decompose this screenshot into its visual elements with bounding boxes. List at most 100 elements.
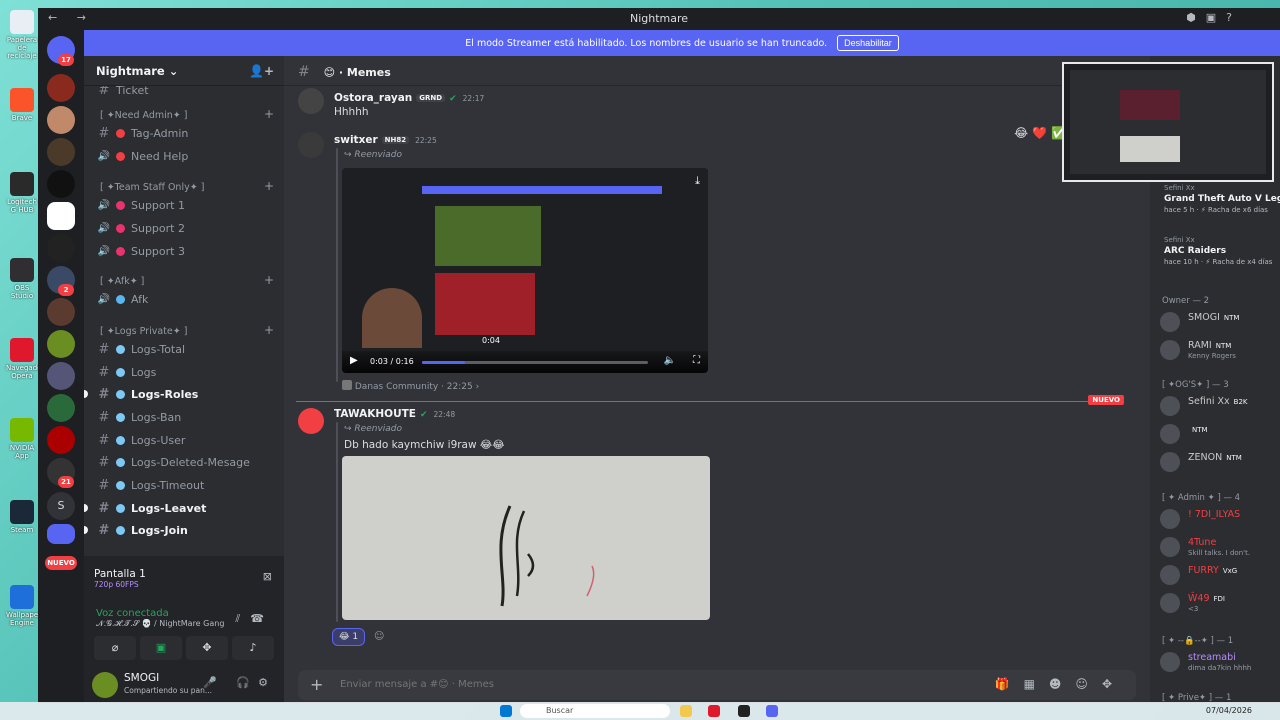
server-icon[interactable]: [47, 394, 75, 422]
server-icon[interactable]: [47, 330, 75, 358]
member-row[interactable]: ZENON NTM: [1158, 450, 1280, 476]
member-row[interactable]: streamabi dima da7kin hhhh: [1158, 650, 1280, 676]
invite-icon[interactable]: 👤+: [249, 64, 274, 78]
disable-streamer-button[interactable]: Deshabilitar: [837, 35, 899, 51]
desktop-icon[interactable]: Logitech G HUB: [6, 172, 38, 214]
channel-category[interactable]: [ ✦Need Admin✦ ]: [100, 110, 188, 121]
server-header[interactable]: Nightmare ⌄ 👤+: [84, 56, 284, 86]
activities-icon[interactable]: ✥: [186, 636, 228, 660]
add-channel-icon[interactable]: +: [264, 107, 274, 121]
opera-icon[interactable]: [708, 705, 720, 717]
member-row[interactable]: 4Tune Skill talks. I don't.: [1158, 535, 1280, 561]
member-row[interactable]: ! 7DI_ILYAS: [1158, 507, 1280, 533]
server-letter-icon[interactable]: S: [47, 492, 75, 520]
member-row[interactable]: Ŵ49 FDI <3: [1158, 591, 1280, 617]
desktop-icon[interactable]: OBS Studio: [6, 258, 38, 300]
message-author[interactable]: switxer NH82 22:25: [334, 134, 437, 146]
channel-item[interactable]: # Logs-Total: [92, 339, 276, 359]
activity-user[interactable]: Sefini Xx: [1164, 184, 1195, 192]
server-icon[interactable]: [47, 234, 75, 262]
message-author[interactable]: Ostora_rayan GRND ✔ 22:17: [334, 92, 484, 104]
channel-category[interactable]: [ ✦Logs Private✦ ]: [100, 326, 187, 337]
speaker-icon: 🔊: [97, 222, 111, 234]
screen-share-icon[interactable]: ▣: [140, 636, 182, 660]
server-icon[interactable]: [47, 298, 75, 326]
avatar[interactable]: [298, 88, 324, 114]
user-controls[interactable]: 🎤 🎧⚙: [203, 676, 276, 689]
desktop-icon[interactable]: Brave: [6, 88, 38, 122]
server-icon[interactable]: [47, 426, 75, 454]
camera-off-icon[interactable]: ⌀: [94, 636, 136, 660]
server-icon[interactable]: [47, 202, 75, 230]
new-pill[interactable]: NUEVO: [45, 556, 77, 570]
message-input[interactable]: [340, 679, 640, 690]
volume-icon[interactable]: 🔈: [664, 355, 676, 366]
channel-item[interactable]: 🔊 Support 2: [92, 218, 276, 238]
member-row[interactable]: Sefini Xx B2K: [1158, 394, 1280, 420]
server-icon[interactable]: [47, 524, 75, 544]
member-row[interactable]: SMOGI NTM: [1158, 310, 1280, 336]
member-row[interactable]: NTM: [1158, 422, 1280, 448]
titlebar-actions[interactable]: ⬢▣?: [1186, 11, 1242, 24]
add-reaction-icon[interactable]: ☺: [374, 631, 384, 642]
folder-icon[interactable]: [680, 705, 692, 717]
desktop-icon[interactable]: Steam: [6, 500, 38, 534]
voice-actions[interactable]: ⫽☎: [235, 612, 274, 626]
desktop-icon[interactable]: Wallpaper Engine: [6, 585, 41, 627]
channel-item[interactable]: # Logs-Join: [84, 520, 276, 540]
channel-item[interactable]: # Logs-Timeout: [92, 475, 276, 495]
composer-icons[interactable]: 🎁▦☻☺✥: [995, 677, 1126, 691]
member-row[interactable]: FURRY VxG: [1158, 563, 1280, 589]
message-author[interactable]: TAWAKHOUTE ✔ 22:48: [334, 408, 455, 420]
channel-item[interactable]: 🔊 Support 3: [92, 241, 276, 261]
channel-item[interactable]: # Logs-Leavet: [84, 498, 276, 518]
channel-ticket-partial[interactable]: # Ticket: [92, 86, 276, 100]
soundboard-icon[interactable]: ♪: [232, 636, 274, 660]
add-channel-icon[interactable]: +: [264, 323, 274, 337]
stop-stream-icon[interactable]: ⊠: [263, 570, 272, 583]
channel-item[interactable]: # Logs-User: [92, 430, 276, 450]
server-icon[interactable]: [47, 74, 75, 102]
chevron-down-icon: ⌄: [168, 64, 179, 78]
member-row[interactable]: RAMI NTM Kenny Rogers: [1158, 338, 1280, 364]
server-icon[interactable]: [47, 170, 75, 198]
server-icon[interactable]: [47, 362, 75, 390]
video-progress[interactable]: [422, 361, 648, 364]
taskbar-search[interactable]: Buscar: [520, 704, 670, 718]
channel-item[interactable]: # Tag-Admin: [92, 123, 276, 143]
channel-item[interactable]: 🔊 Need Help: [92, 146, 276, 166]
screen-share-preview[interactable]: [1062, 62, 1274, 182]
reaction-pill[interactable]: 😂 1: [332, 628, 366, 646]
discord-icon[interactable]: [766, 705, 778, 717]
server-icon[interactable]: [47, 138, 75, 166]
avatar[interactable]: [298, 132, 324, 158]
channel-item[interactable]: # Logs-Deleted-Mesage: [92, 452, 276, 472]
channel-category[interactable]: [ ✦Team Staff Only✦ ]: [100, 182, 204, 193]
channel-item[interactable]: # Logs-Ban: [92, 407, 276, 427]
stream-card[interactable]: Pantalla 1 720p 60FPS: [94, 568, 146, 589]
channel-item[interactable]: 🔊 Afk: [92, 289, 276, 309]
channel-category[interactable]: [ ✦Afk✦ ]: [100, 276, 144, 287]
avatar[interactable]: [298, 408, 324, 434]
video-player[interactable]: ⤓ 0:04 ▶ 0:03 / 0:16 🔈 ⛶: [342, 168, 708, 373]
channel-item[interactable]: # Logs-Roles: [84, 384, 276, 404]
desktop-icon[interactable]: NVIDIA App: [6, 418, 38, 460]
member-name: ZENON NTM: [1188, 452, 1242, 463]
desktop-icon[interactable]: Papelera de reciclaje: [6, 10, 38, 60]
server-icon[interactable]: [47, 106, 75, 134]
fullscreen-icon[interactable]: ⛶: [693, 355, 700, 366]
channel-item[interactable]: 🔊 Support 1: [92, 195, 276, 215]
image-attachment[interactable]: [342, 456, 710, 620]
plus-icon[interactable]: +: [310, 675, 323, 694]
download-icon[interactable]: ⤓: [695, 174, 700, 188]
add-channel-icon[interactable]: +: [264, 179, 274, 193]
app-icon[interactable]: [738, 705, 750, 717]
activity-user[interactable]: Sefini Xx: [1164, 236, 1195, 244]
play-icon[interactable]: ▶: [350, 355, 358, 366]
add-channel-icon[interactable]: +: [264, 273, 274, 287]
avatar[interactable]: [92, 672, 118, 698]
desktop-icon[interactable]: Navegador Opera: [6, 338, 44, 380]
forward-source[interactable]: Danas Community · 22:25 ›: [342, 380, 479, 392]
channel-item[interactable]: # Logs: [92, 362, 276, 382]
start-icon[interactable]: [500, 705, 512, 717]
